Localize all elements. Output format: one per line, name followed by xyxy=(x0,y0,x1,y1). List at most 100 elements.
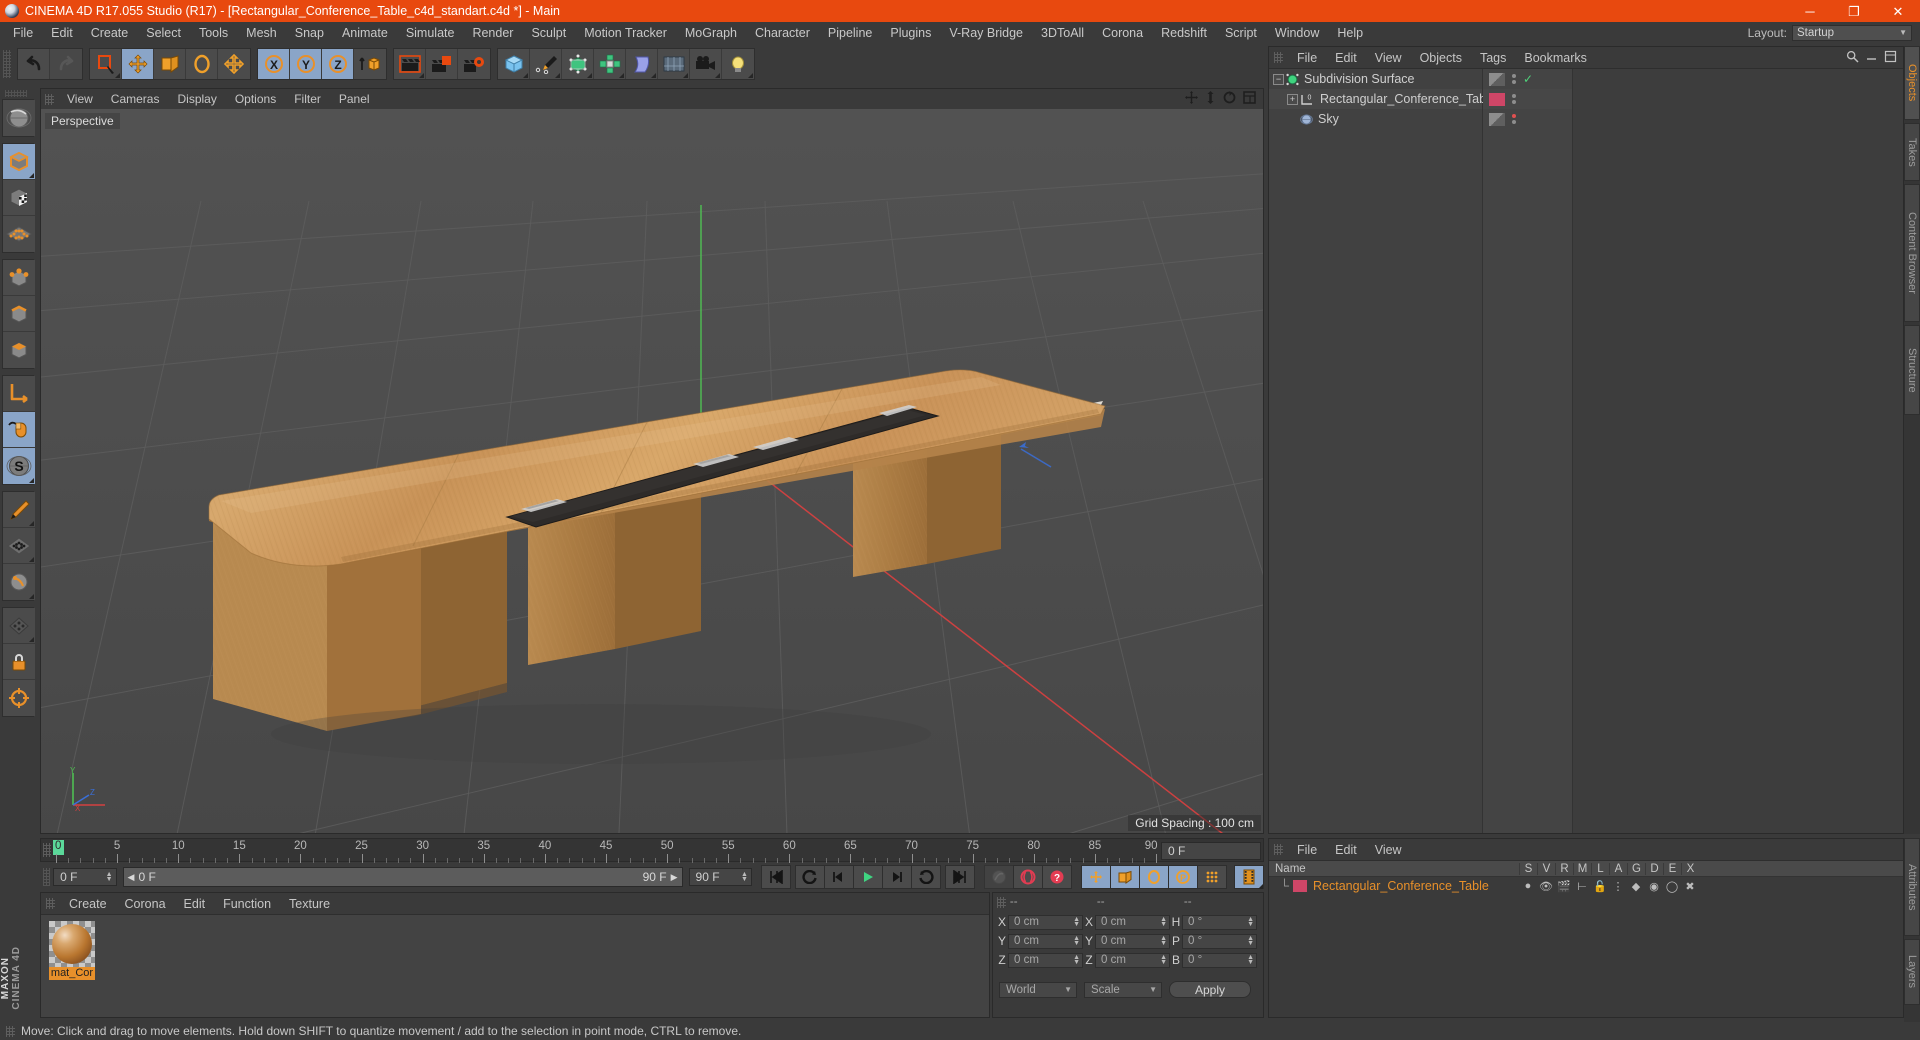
object-manager-menu-objects[interactable]: Objects xyxy=(1411,47,1471,69)
material-menu-texture[interactable]: Texture xyxy=(280,893,339,915)
axis-x-icon[interactable]: X xyxy=(258,49,290,79)
viewport-menu-view[interactable]: View xyxy=(58,89,102,109)
camera-icon[interactable] xyxy=(690,49,722,79)
texture-mode-icon[interactable] xyxy=(3,180,35,216)
spinner-icon[interactable]: ▲ ▼ xyxy=(1247,954,1254,966)
right-tab-structure[interactable]: Structure xyxy=(1904,325,1920,415)
coordinates-grip[interactable] xyxy=(997,896,1006,908)
layout-selector[interactable]: Layout: Startup ▼ xyxy=(1748,25,1920,41)
s-tool-icon[interactable] xyxy=(3,564,35,600)
floor-environment-icon[interactable] xyxy=(658,49,690,79)
points-mode-icon[interactable] xyxy=(3,260,35,296)
menu-item-v-ray-bridge[interactable]: V-Ray Bridge xyxy=(940,22,1032,44)
scale-tool-icon[interactable] xyxy=(154,49,186,79)
coordinate-input-size-y[interactable]: 0 cm ▲ ▼ xyxy=(1095,933,1170,949)
viewport-menu-panel[interactable]: Panel xyxy=(330,89,379,109)
menu-item-motion-tracker[interactable]: Motion Tracker xyxy=(575,22,676,44)
object-row[interactable]: +0 Rectangular_Conference_Table xyxy=(1269,89,1496,109)
light-icon[interactable] xyxy=(722,49,754,79)
range-right-arrow-icon[interactable]: ▶ xyxy=(671,872,678,883)
brush-paint-icon[interactable] xyxy=(3,528,35,564)
viewport-canvas[interactable] xyxy=(41,109,1263,833)
menu-item-simulate[interactable]: Simulate xyxy=(397,22,464,44)
attribute-object-row[interactable]: └ Rectangular_Conference_Table ● 👁 🎬 ⊢ 🔓 ⋮ ◆ ◉ ◯ ✖ xyxy=(1269,877,1903,895)
spinner-icon[interactable]: ▲ ▼ xyxy=(1247,916,1254,928)
viewport[interactable]: View Cameras Display Options Filter Panel xyxy=(40,88,1264,834)
previous-keyframe-icon[interactable] xyxy=(794,865,825,889)
deformer-icon[interactable]: ◉ xyxy=(1645,880,1663,893)
material-menu-create[interactable]: Create xyxy=(60,893,116,915)
model-mode-icon[interactable] xyxy=(3,144,35,180)
menu-item-redshift[interactable]: Redshift xyxy=(1152,22,1216,44)
lock-open-icon[interactable]: 🔓 xyxy=(1591,880,1609,893)
edges-mode-icon[interactable] xyxy=(3,296,35,332)
render-clapper-icon[interactable]: 🎬 xyxy=(1555,880,1573,893)
coordinate-input-rot-p[interactable]: 0 ° ▲ ▼ xyxy=(1182,933,1257,949)
workplane-icon[interactable] xyxy=(3,492,35,528)
object-manager-menu-view[interactable]: View xyxy=(1366,47,1411,69)
axis-modify-icon[interactable] xyxy=(3,376,35,412)
animation-icon[interactable]: ⋮ xyxy=(1609,880,1627,893)
key-scale-icon[interactable] xyxy=(1109,865,1140,889)
coordinate-input-pos-z[interactable]: 0 cm ▲ ▼ xyxy=(1008,952,1083,968)
step-forward-icon[interactable] xyxy=(881,865,912,889)
object-tree[interactable]: − Subdivision Surface +0 Rectangular_Confer… xyxy=(1269,69,1496,833)
rotate-tool-icon[interactable] xyxy=(186,49,218,79)
spinner-icon[interactable]: ▲ ▼ xyxy=(1160,916,1167,928)
coordinate-input-pos-x[interactable]: 0 cm ▲ ▼ xyxy=(1008,914,1083,930)
key-position-icon[interactable] xyxy=(1080,865,1111,889)
menu-item-3dtoall[interactable]: 3DToAll xyxy=(1032,22,1093,44)
visible-eye-icon[interactable]: 👁 xyxy=(1537,880,1555,893)
viewport-menu-display[interactable]: Display xyxy=(168,89,225,109)
select-live-icon[interactable] xyxy=(90,49,122,79)
uv-tool-icon[interactable] xyxy=(3,608,35,644)
maximize-button[interactable]: ❐ xyxy=(1832,0,1876,22)
right-tab-attributes[interactable]: Attributes xyxy=(1904,838,1920,936)
viewport-menu-cameras[interactable]: Cameras xyxy=(102,89,169,109)
material-menu-edit[interactable]: Edit xyxy=(175,893,215,915)
minimize-button[interactable]: ─ xyxy=(1788,0,1832,22)
menu-item-mograph[interactable]: MoGraph xyxy=(676,22,746,44)
generator-icon[interactable]: ◆ xyxy=(1627,880,1645,893)
right-tab-content-browser[interactable]: Content Browser xyxy=(1904,184,1920,322)
autokey-icon[interactable] xyxy=(1012,865,1043,889)
viewport-menu-options[interactable]: Options xyxy=(226,89,285,109)
material-item[interactable]: mat_Cor xyxy=(49,921,95,980)
expander-toggle[interactable]: − xyxy=(1273,73,1284,85)
coordinate-mode-select[interactable]: Scale ▼ xyxy=(1084,981,1162,998)
menu-item-tools[interactable]: Tools xyxy=(190,22,237,44)
material-menu-corona[interactable]: Corona xyxy=(116,893,175,915)
tag-dots-icon[interactable] xyxy=(1512,74,1516,84)
coordinate-input-pos-y[interactable]: 0 cm ▲ ▼ xyxy=(1008,933,1083,949)
spinner-icon[interactable]: ▲ ▼ xyxy=(1247,935,1254,947)
key-pla-icon[interactable] xyxy=(1196,865,1227,889)
search-icon[interactable] xyxy=(1846,50,1859,66)
attribute-menu-view[interactable]: View xyxy=(1366,839,1411,861)
redo-icon[interactable] xyxy=(50,49,82,79)
spline-pen-icon[interactable] xyxy=(530,49,562,79)
menu-item-create[interactable]: Create xyxy=(82,22,138,44)
panel-layout-icon[interactable] xyxy=(1884,50,1897,66)
coordinate-input-rot-h[interactable]: 0 ° ▲ ▼ xyxy=(1182,914,1257,930)
object-tag-row[interactable]: ✓ xyxy=(1483,69,1572,89)
status-bar-grip[interactable] xyxy=(6,1025,15,1037)
menu-item-plugins[interactable]: Plugins xyxy=(881,22,940,44)
menu-item-snap[interactable]: Snap xyxy=(286,22,333,44)
axis-z-icon[interactable]: Z xyxy=(322,49,354,79)
render-settings-icon[interactable] xyxy=(458,49,490,79)
menu-item-mesh[interactable]: Mesh xyxy=(237,22,286,44)
play-icon[interactable] xyxy=(852,865,883,889)
next-keyframe-icon[interactable] xyxy=(910,865,941,889)
right-tab-layers[interactable]: Layers xyxy=(1904,939,1920,1005)
lock-axis-icon[interactable] xyxy=(3,644,35,680)
xpresso-icon[interactable]: ✖ xyxy=(1681,880,1699,893)
material-tag-icon[interactable] xyxy=(1489,92,1505,106)
material-menu-function[interactable]: Function xyxy=(214,893,280,915)
object-manager-menu-bookmarks[interactable]: Bookmarks xyxy=(1515,47,1596,69)
record-loop-icon[interactable] xyxy=(983,865,1014,889)
undo-icon[interactable] xyxy=(18,49,50,79)
current-frame-field[interactable]: 0 F ▲ ▼ xyxy=(53,868,117,886)
tag-dots-icon[interactable] xyxy=(1512,114,1516,124)
object-tag-row[interactable] xyxy=(1483,89,1572,109)
viewport-menu-grip[interactable] xyxy=(45,93,54,105)
